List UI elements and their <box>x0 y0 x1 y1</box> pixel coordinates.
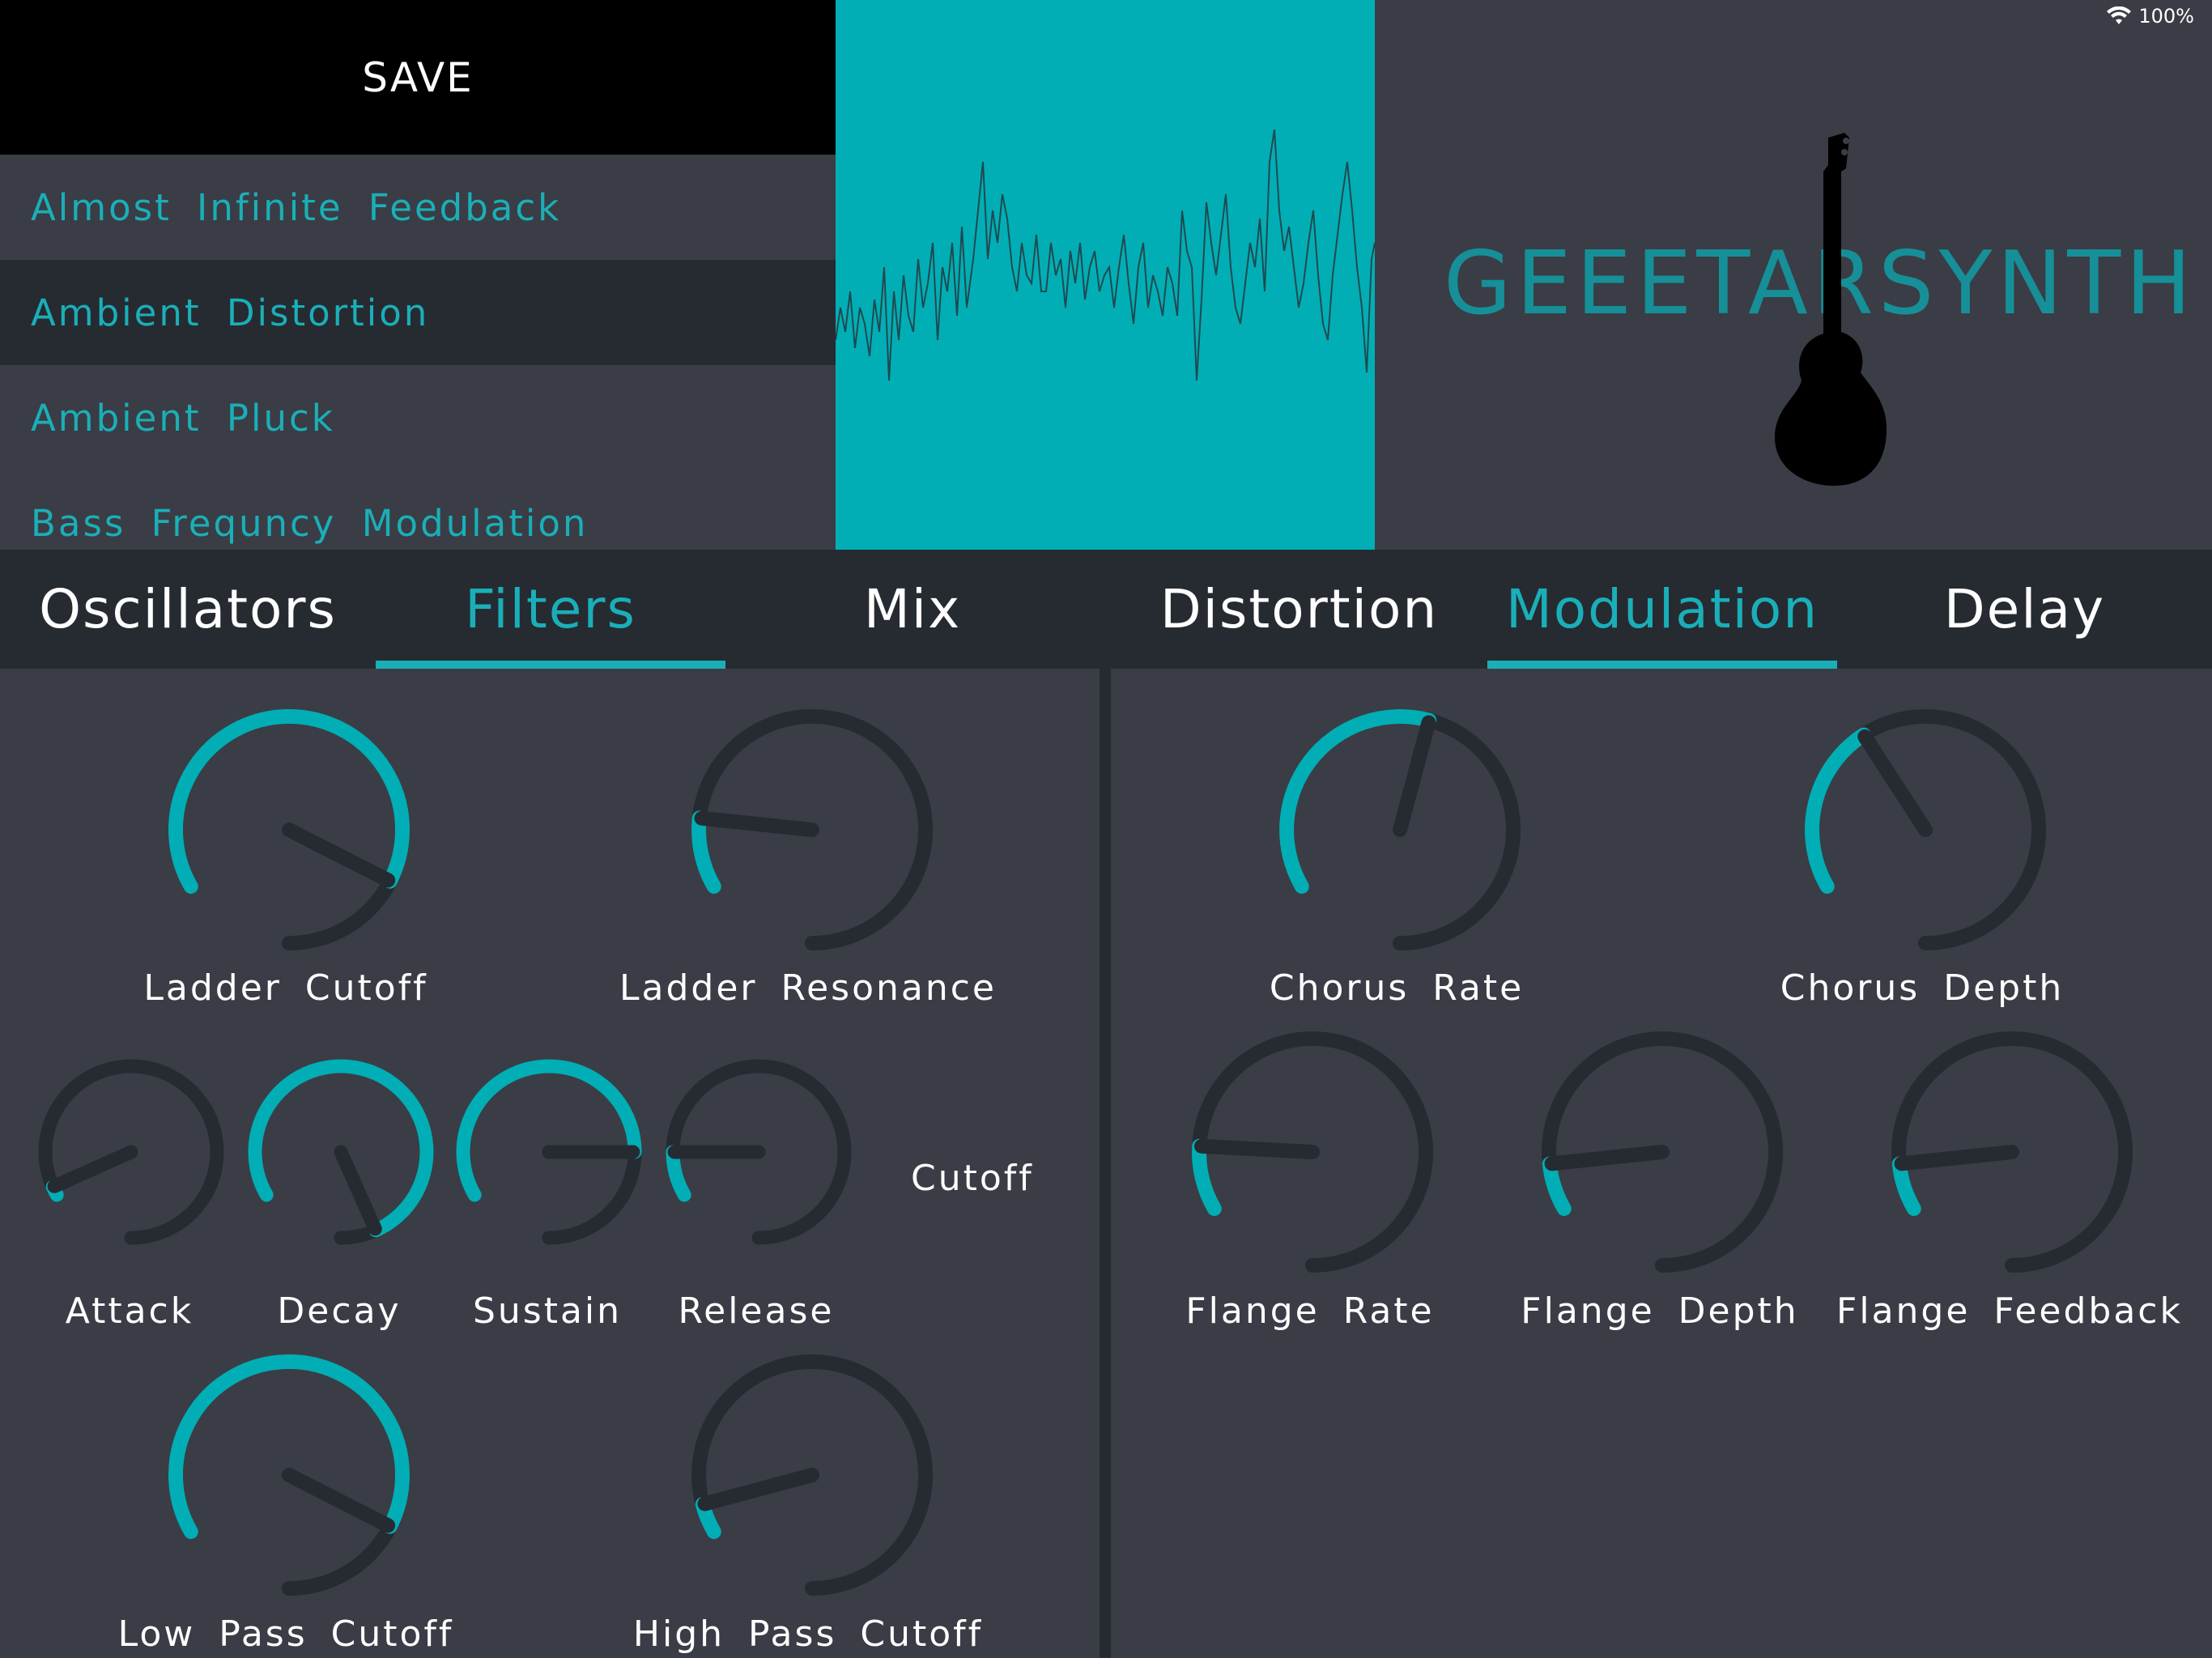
knob-pointer <box>1544 1145 1670 1171</box>
knob-graphic <box>1805 709 2046 950</box>
tab-label: Mix <box>863 578 962 640</box>
knob-graphic <box>691 1354 933 1596</box>
attack-label: Attack <box>65 1290 194 1332</box>
knob-graphic <box>248 1059 434 1245</box>
chorus-depth-knob[interactable] <box>1797 702 2053 958</box>
knob-graphic <box>168 1354 410 1596</box>
tab-modulation[interactable]: Modulation <box>1487 550 1837 669</box>
knob-value-arc <box>168 1354 410 1539</box>
preset-item-label: Bass Frequncy Modulation <box>31 501 589 545</box>
knob-pointer <box>334 1145 382 1236</box>
tabbar-left: Oscillators Filters Mix <box>0 550 1100 669</box>
preset-item-bass-frequency-modulation[interactable]: Bass Frequncy Modulation <box>0 470 836 550</box>
high-pass-cutoff-label: High Pass Cutoff <box>632 1613 984 1655</box>
knob-graphic <box>38 1059 224 1245</box>
ladder-cutoff-label: Ladder Cutoff <box>143 967 428 1009</box>
flange-rate-knob[interactable] <box>1185 1024 1440 1280</box>
knob-pointer <box>47 1145 138 1193</box>
knob-value-arc <box>1192 1138 1222 1216</box>
knob-graphic <box>1192 1031 1433 1273</box>
tab-oscillators[interactable]: Oscillators <box>0 550 376 669</box>
tab-label: Delay <box>1943 578 2106 640</box>
knob-value-arc <box>456 1059 642 1202</box>
chorus-rate-knob[interactable] <box>1272 702 1528 958</box>
tab-label: Filters <box>465 578 636 640</box>
sustain-label: Sustain <box>472 1290 623 1332</box>
knob-graphic <box>168 708 410 950</box>
tab-distortion[interactable]: Distortion <box>1111 550 1487 669</box>
tab-filters[interactable]: Filters <box>376 550 725 669</box>
save-button[interactable]: SAVE <box>0 0 836 155</box>
release-label: Release <box>678 1290 835 1332</box>
knob-graphic <box>691 709 933 950</box>
ladder-cutoff-knob[interactable] <box>161 702 417 958</box>
flange-feedback-knob[interactable] <box>1884 1024 2140 1280</box>
tab-delay[interactable]: Delay <box>1837 550 2212 669</box>
waveform-plot <box>836 129 1375 381</box>
high-pass-cutoff-knob[interactable] <box>684 1347 940 1603</box>
preset-item-label: Almost Infinite Feedback <box>31 185 562 229</box>
knob-value-arc <box>168 708 410 894</box>
waveform-display <box>836 0 1375 550</box>
knob-value-arc <box>1805 727 1871 894</box>
chorus-depth-label: Chorus Depth <box>1780 967 2065 1009</box>
decay-knob[interactable] <box>241 1052 440 1252</box>
tab-mix[interactable]: Mix <box>725 550 1100 669</box>
tab-label: Distortion <box>1159 578 1439 640</box>
knob-graphic <box>1279 709 1521 950</box>
knob-pointer <box>1894 1145 2019 1171</box>
flange-feedback-label: Flange Feedback <box>1836 1290 2183 1332</box>
flange-depth-label: Flange Depth <box>1521 1290 1799 1332</box>
flange-depth-knob[interactable] <box>1534 1024 1790 1280</box>
preset-item-almost-infinite-feedback[interactable]: Almost Infinite Feedback <box>0 155 836 260</box>
knob-pointer <box>1857 729 1933 837</box>
tabbar-right: Distortion Modulation Delay <box>1111 550 2212 669</box>
knob-pointer <box>697 1468 819 1511</box>
preset-item-label: Ambient Pluck <box>31 396 335 440</box>
knob-graphic <box>666 1059 852 1245</box>
knob-graphic <box>1542 1031 1783 1273</box>
preset-item-ambient-distortion[interactable]: Ambient Distortion <box>0 260 836 365</box>
panel-divider <box>1100 550 1111 1658</box>
release-knob[interactable] <box>659 1052 858 1252</box>
knob-pointer <box>1194 1138 1320 1159</box>
knob-pointer <box>1393 715 1436 837</box>
chorus-rate-label: Chorus Rate <box>1269 967 1525 1009</box>
ladder-resonance-knob[interactable] <box>684 702 940 958</box>
cutoff-text: Cutoff <box>911 1158 1034 1199</box>
logo-text-right: SYNTH <box>1878 232 2197 334</box>
app-logo: GEEETAR SYNTH <box>1375 0 2212 550</box>
low-pass-cutoff-knob[interactable] <box>161 1347 417 1603</box>
knob-pointer <box>282 823 396 888</box>
waveform-line <box>836 129 1375 381</box>
knob-graphic <box>1891 1031 2133 1273</box>
preset-item-ambient-pluck[interactable]: Ambient Pluck <box>0 365 836 470</box>
ladder-resonance-label: Ladder Resonance <box>619 967 997 1009</box>
knob-graphic <box>456 1059 642 1245</box>
knob-pointer <box>282 1468 396 1533</box>
save-button-label: SAVE <box>362 53 474 101</box>
tab-label: Oscillators <box>39 578 337 640</box>
attack-knob[interactable] <box>32 1052 231 1252</box>
flange-rate-label: Flange Rate <box>1185 1290 1435 1332</box>
knob-pointer <box>694 810 819 837</box>
guitar-icon <box>1775 133 1887 486</box>
preset-list[interactable]: Almost Infinite Feedback Ambient Distort… <box>0 155 836 550</box>
preset-item-label: Ambient Distortion <box>31 291 430 334</box>
tab-label: Modulation <box>1505 578 1819 640</box>
sustain-knob[interactable] <box>449 1052 649 1252</box>
decay-label: Decay <box>277 1290 402 1332</box>
knob-value-arc <box>691 810 721 894</box>
low-pass-cutoff-label: Low Pass Cutoff <box>117 1613 454 1655</box>
